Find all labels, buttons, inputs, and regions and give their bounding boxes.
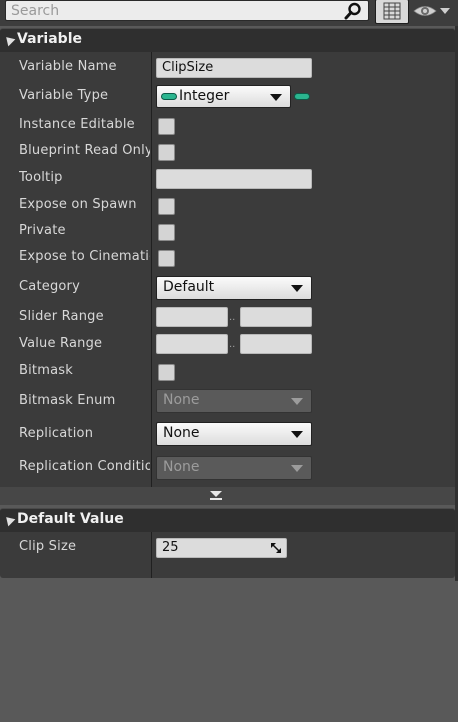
eye-icon (413, 6, 450, 16)
replication-condition-label: Replication Condition (19, 459, 150, 474)
view-options-button[interactable] (375, 0, 409, 24)
container-type-pin-icon[interactable] (294, 93, 310, 100)
row-variable-type: Variable Type Integer (0, 84, 455, 110)
row-replication-condition: Replication Condition None (0, 455, 455, 481)
default-value-section-header[interactable]: Default Value (0, 508, 455, 532)
instance-editable-label: Instance Editable (19, 117, 135, 132)
resize-arrows-icon[interactable] (271, 543, 281, 553)
replication-condition-dropdown: None (156, 456, 312, 480)
row-instance-editable: Instance Editable (0, 113, 455, 139)
variable-name-input[interactable]: ClipSize (156, 58, 312, 78)
private-label: Private (19, 223, 66, 238)
variable-section-title: Variable (17, 31, 82, 47)
bitmask-enum-dropdown: None (156, 389, 312, 413)
row-slider-range: Slider Range .. (0, 305, 455, 331)
variable-type-label: Variable Type (19, 88, 109, 103)
chevron-down-icon (291, 465, 303, 472)
replication-value: None (163, 425, 200, 441)
value-range-label: Value Range (19, 336, 103, 351)
slider-range-min-input[interactable] (156, 307, 228, 327)
collapse-arrow-icon (2, 513, 16, 527)
category-value: Default (163, 279, 215, 295)
variable-name-label: Variable Name (19, 59, 117, 74)
visibility-filter-button[interactable] (413, 2, 453, 20)
search-box (5, 0, 369, 21)
chevron-down-icon (210, 491, 222, 497)
row-private: Private (0, 219, 455, 245)
expose-on-spawn-checkbox[interactable] (158, 198, 175, 215)
slider-range-label: Slider Range (19, 309, 104, 324)
row-expose-on-spawn: Expose on Spawn (0, 193, 455, 219)
replication-label: Replication (19, 426, 94, 441)
advanced-expander[interactable] (0, 487, 455, 505)
row-value-range: Value Range .. (0, 332, 455, 358)
slider-range-separator: .. (229, 312, 236, 323)
row-bitmask: Bitmask (0, 359, 455, 385)
variable-type-dropdown[interactable]: Integer (156, 85, 291, 108)
default-value-section-title: Default Value (17, 511, 124, 527)
chevron-down-icon (291, 431, 303, 438)
row-blueprint-read-only: Blueprint Read Only (0, 139, 455, 165)
replication-dropdown[interactable]: None (156, 422, 312, 446)
private-checkbox[interactable] (158, 224, 175, 241)
grid-list-icon (383, 2, 401, 20)
chevron-down-icon (291, 285, 303, 292)
replication-condition-value: None (163, 459, 200, 475)
clip-size-value: 25 (162, 540, 179, 555)
clip-size-input[interactable]: 25 (156, 538, 287, 558)
toolbar (0, 0, 458, 26)
search-icon[interactable] (344, 2, 362, 20)
row-category: Category Default (0, 275, 455, 301)
bitmask-enum-value: None (163, 392, 200, 408)
chevron-down-icon (270, 94, 282, 101)
row-expose-to-cinematics: Expose to Cinematics (0, 245, 455, 271)
variable-type-value: Integer (179, 88, 230, 104)
value-range-separator: .. (229, 339, 236, 350)
variable-section-header[interactable]: Variable (0, 28, 455, 52)
row-variable-name: Variable Name ClipSize (0, 55, 455, 81)
expose-to-cinematics-checkbox[interactable] (158, 250, 175, 267)
blueprint-read-only-label: Blueprint Read Only (19, 143, 150, 158)
value-range-max-input[interactable] (240, 334, 312, 354)
bitmask-checkbox[interactable] (158, 364, 175, 381)
row-replication: Replication None (0, 422, 455, 448)
slider-range-max-input[interactable] (240, 307, 312, 327)
variable-panel: Variable Name ClipSize Variable Type Int… (0, 52, 455, 487)
search-input[interactable] (9, 1, 339, 20)
blueprint-read-only-checkbox[interactable] (158, 144, 175, 161)
bitmask-enum-label: Bitmask Enum (19, 393, 116, 408)
expose-to-cinematics-label: Expose to Cinematics (19, 249, 150, 264)
tooltip-label: Tooltip (19, 170, 63, 185)
bitmask-label: Bitmask (19, 363, 73, 378)
chevron-down-icon (291, 398, 303, 405)
clip-size-label: Clip Size (19, 539, 77, 554)
expose-on-spawn-label: Expose on Spawn (19, 197, 137, 212)
instance-editable-checkbox[interactable] (158, 118, 175, 135)
category-dropdown[interactable]: Default (156, 276, 312, 300)
expander-bar (210, 498, 222, 500)
category-label: Category (19, 279, 80, 294)
value-range-min-input[interactable] (156, 334, 228, 354)
integer-pin-icon (161, 93, 177, 100)
row-tooltip: Tooltip (0, 166, 455, 192)
row-bitmask-enum: Bitmask Enum None (0, 389, 455, 415)
collapse-arrow-icon (2, 33, 16, 47)
tooltip-input[interactable] (156, 169, 312, 189)
